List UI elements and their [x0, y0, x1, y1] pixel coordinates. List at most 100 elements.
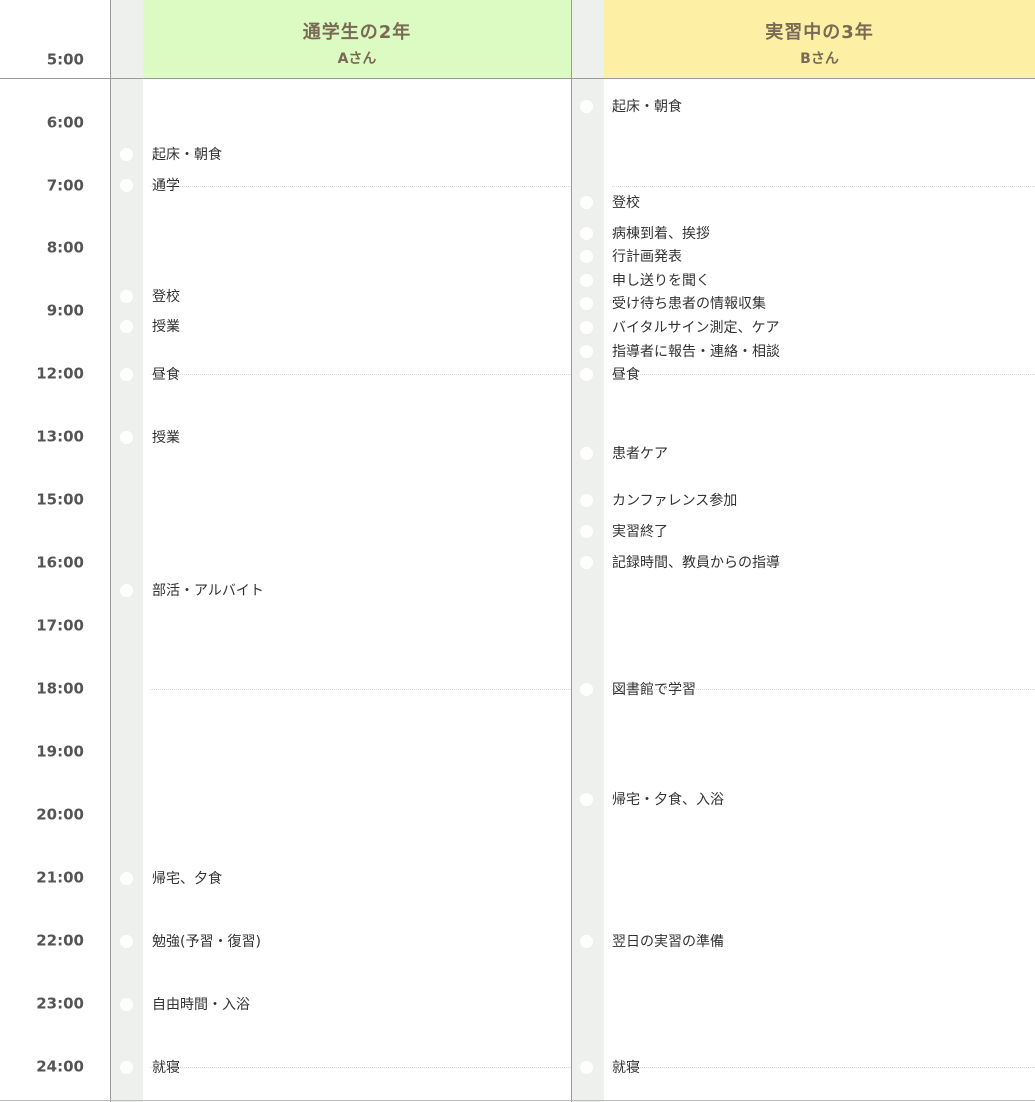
- bullet-dot-icon: [580, 249, 593, 263]
- time-label: 22:00: [36, 931, 84, 950]
- divider-left: [110, 0, 111, 1102]
- schedule-item: 授業: [120, 317, 180, 335]
- hour-line-7: [150, 186, 571, 187]
- schedule-item: バイタルサイン測定、ケア: [580, 318, 779, 336]
- time-label: 20:00: [36, 805, 84, 824]
- bullet-dot-icon: [120, 319, 133, 333]
- time-label: 24:00: [36, 1057, 84, 1076]
- time-label: 16:00: [36, 553, 84, 572]
- event-label: 受け待ち患者の情報収集: [612, 296, 766, 312]
- event-label: 就寝: [152, 1060, 180, 1076]
- column-title-a: 通学生の2年: [302, 22, 412, 43]
- schedule-item: 就寝: [580, 1058, 640, 1076]
- event-label: 記録時間、教員からの指導: [612, 555, 780, 571]
- event-label: 登校: [612, 195, 640, 211]
- column-subtitle-b: Bさん: [800, 51, 839, 67]
- event-label: 指導者に報告・連絡・相談: [612, 344, 780, 360]
- column-title-b: 実習中の3年: [765, 22, 874, 43]
- schedule-item: 病棟到着、挨拶: [580, 224, 710, 242]
- bullet-dot-icon: [580, 792, 593, 806]
- event-label: カンファレンス参加: [612, 493, 738, 509]
- bullet-dot-icon: [120, 178, 133, 192]
- event-label: 起床・朝食: [612, 99, 682, 115]
- event-label: 病棟到着、挨拶: [612, 226, 710, 242]
- bullet-dot-icon: [580, 446, 593, 460]
- bottom-divider: [0, 1100, 1035, 1101]
- schedule-item: 就寝: [120, 1058, 180, 1076]
- bullet-dot-icon: [580, 320, 593, 334]
- bullet-dot-icon: [580, 99, 593, 113]
- time-label: 8:00: [46, 238, 84, 257]
- time-label: 18:00: [36, 679, 84, 698]
- event-label: 行計画発表: [612, 249, 682, 265]
- time-label: 7:00: [46, 176, 84, 195]
- schedule-item: 通学: [120, 176, 180, 194]
- event-label: 帰宅、夕食: [152, 871, 222, 887]
- bullet-dot-icon: [580, 367, 593, 381]
- event-label: 昼食: [152, 367, 180, 383]
- time-label: 15:00: [36, 490, 84, 509]
- event-label: 申し送りを聞く: [612, 273, 710, 289]
- event-label: 患者ケア: [612, 446, 668, 462]
- event-label: 登校: [152, 289, 180, 305]
- time-label: 19:00: [36, 742, 84, 761]
- event-label: 昼食: [612, 367, 640, 383]
- event-label: バイタルサイン測定、ケア: [612, 320, 780, 336]
- hour-line-7b: [612, 186, 1035, 187]
- schedule-item: 申し送りを聞く: [580, 271, 710, 289]
- bullet-dot-icon: [580, 493, 593, 507]
- bullet-dot-icon: [120, 997, 133, 1011]
- schedule-item: 翌日の実習の準備: [580, 932, 724, 950]
- hour-line-18: [150, 689, 571, 690]
- bullet-dot-icon: [120, 871, 133, 885]
- schedule-item: 登校: [580, 193, 640, 211]
- column-header-b: 実習中の3年 Bさん: [604, 0, 1035, 78]
- hour-line-24b: [612, 1067, 1035, 1068]
- hour-line-24: [150, 1067, 571, 1068]
- schedule-item: カンファレンス参加: [580, 491, 737, 509]
- bullet-dot-icon: [580, 226, 593, 240]
- bullet-dot-icon: [580, 1060, 593, 1074]
- schedule-item: 起床・朝食: [580, 97, 682, 115]
- schedule-item: 行計画発表: [580, 247, 682, 265]
- bullet-dot-icon: [120, 583, 133, 597]
- schedule-item: 自由時間・入浴: [120, 995, 250, 1013]
- schedule-item: 授業: [120, 428, 180, 446]
- event-label: 起床・朝食: [152, 147, 222, 163]
- bullet-dot-icon: [580, 296, 593, 310]
- bullet-dot-icon: [120, 934, 133, 948]
- column-header-a: 通学生の2年 Aさん: [143, 0, 571, 78]
- event-label: 授業: [152, 430, 180, 446]
- time-label: 23:00: [36, 994, 84, 1013]
- bullet-dot-icon: [580, 524, 593, 538]
- schedule-item: 受け待ち患者の情報収集: [580, 294, 766, 312]
- time-label: 5:00: [46, 50, 84, 69]
- bullet-dot-icon: [580, 344, 593, 358]
- schedule-item: 帰宅、夕食: [120, 869, 222, 887]
- schedule-item: 実習終了: [580, 522, 668, 540]
- schedule-item: 患者ケア: [580, 444, 668, 462]
- schedule-item: 部活・アルバイト: [120, 581, 264, 599]
- schedule-item: 図書館で学習: [580, 680, 696, 698]
- event-label: 授業: [152, 319, 180, 335]
- event-label: 勉強(予習・復習): [152, 934, 261, 950]
- bullet-dot-icon: [580, 273, 593, 287]
- bullet-dot-icon: [120, 289, 133, 303]
- divider-middle: [571, 0, 572, 1102]
- event-label: 自由時間・入浴: [152, 997, 250, 1013]
- bullet-dot-icon: [120, 430, 133, 444]
- schedule-item: 記録時間、教員からの指導: [580, 553, 780, 571]
- bullet-dot-icon: [580, 682, 593, 696]
- header-divider: [0, 78, 1035, 79]
- schedule-item: 起床・朝食: [120, 145, 222, 163]
- event-label: 部活・アルバイト: [152, 583, 264, 599]
- event-label: 実習終了: [612, 524, 668, 540]
- bullet-dot-icon: [120, 147, 133, 161]
- column-subtitle-a: Aさん: [337, 51, 377, 67]
- schedule-item: 昼食: [120, 365, 180, 383]
- time-label: 12:00: [36, 364, 84, 383]
- bullet-dot-icon: [580, 934, 593, 948]
- schedule-item: 帰宅・夕食、入浴: [580, 790, 724, 808]
- bullet-dot-icon: [580, 195, 593, 209]
- bullet-dot-icon: [580, 555, 593, 569]
